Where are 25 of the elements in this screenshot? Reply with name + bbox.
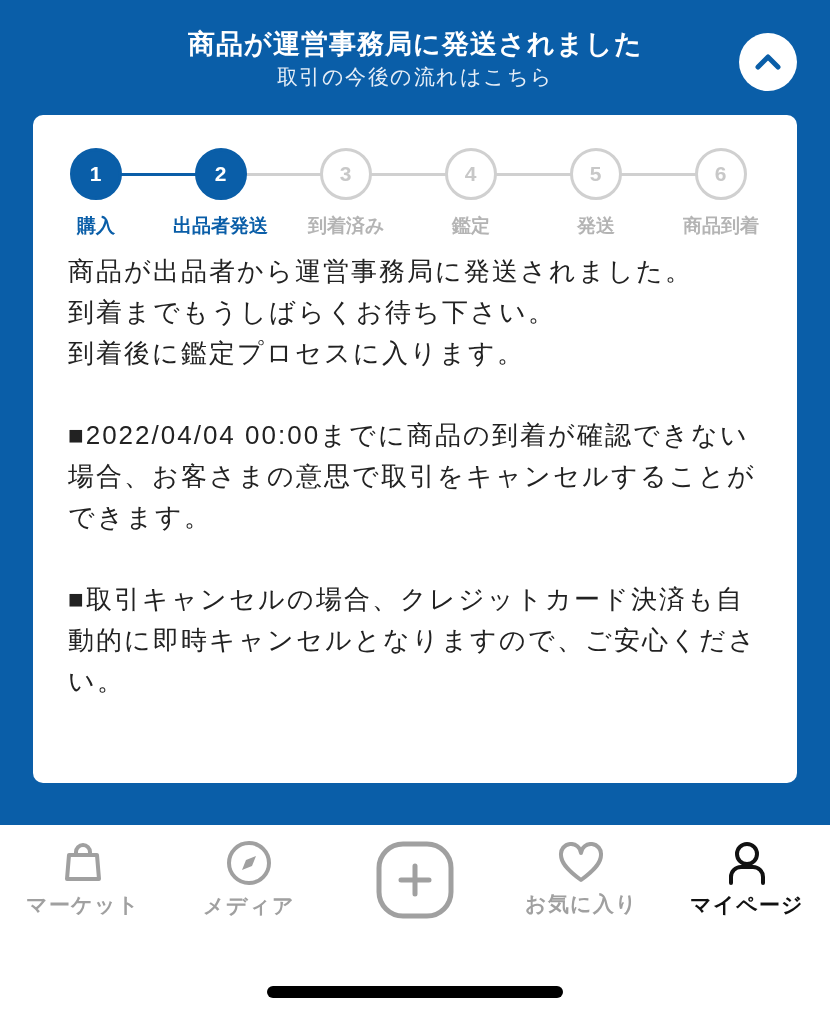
step-number: 1 (69, 148, 122, 200)
step-label: 商品到着 (682, 214, 759, 238)
message-text: ■2022/04/04 00:00までに商品の到着が確認できない場合、お客さまの意思で取引をキャンセルすることができます。 (68, 419, 757, 534)
compass-icon (226, 840, 272, 886)
step-label: 購入 (76, 214, 115, 238)
collapse-button[interactable] (739, 33, 797, 91)
nav-tab[interactable]: マーケット (0, 841, 166, 919)
message-text: ■取引キャンセルの場合、クレジットカード決済も自動的に即時キャンセルとなりますので、ご安心ください。 (68, 583, 758, 698)
person-icon (727, 841, 767, 885)
plus-icon (376, 841, 454, 919)
step-label: 到着済み (307, 214, 384, 238)
message-text: 到着までもうしばらくお待ち下さい。 (68, 296, 557, 329)
step-label: 発送 (576, 214, 615, 238)
nav-tab[interactable]: お気に入り (498, 842, 664, 918)
notice-title: 商品が運営事務局に発送されました (187, 28, 643, 61)
step-label: 鑑定 (451, 214, 490, 238)
heart-icon (558, 842, 604, 884)
notice-subtitle: 取引の今後の流れはこちら (276, 64, 554, 90)
step-label: 出品者発送 (173, 214, 268, 238)
nav-tab[interactable]: マイページ (664, 841, 830, 919)
nav-tab[interactable]: メディア (166, 840, 332, 920)
message-text: 到着後に鑑定プロセスに入ります。 (68, 337, 526, 370)
chevron-icon (755, 54, 781, 70)
message-text: 商品が出品者から運営事務局に発送されました。 (68, 255, 694, 288)
step-number: 2 (194, 148, 247, 200)
